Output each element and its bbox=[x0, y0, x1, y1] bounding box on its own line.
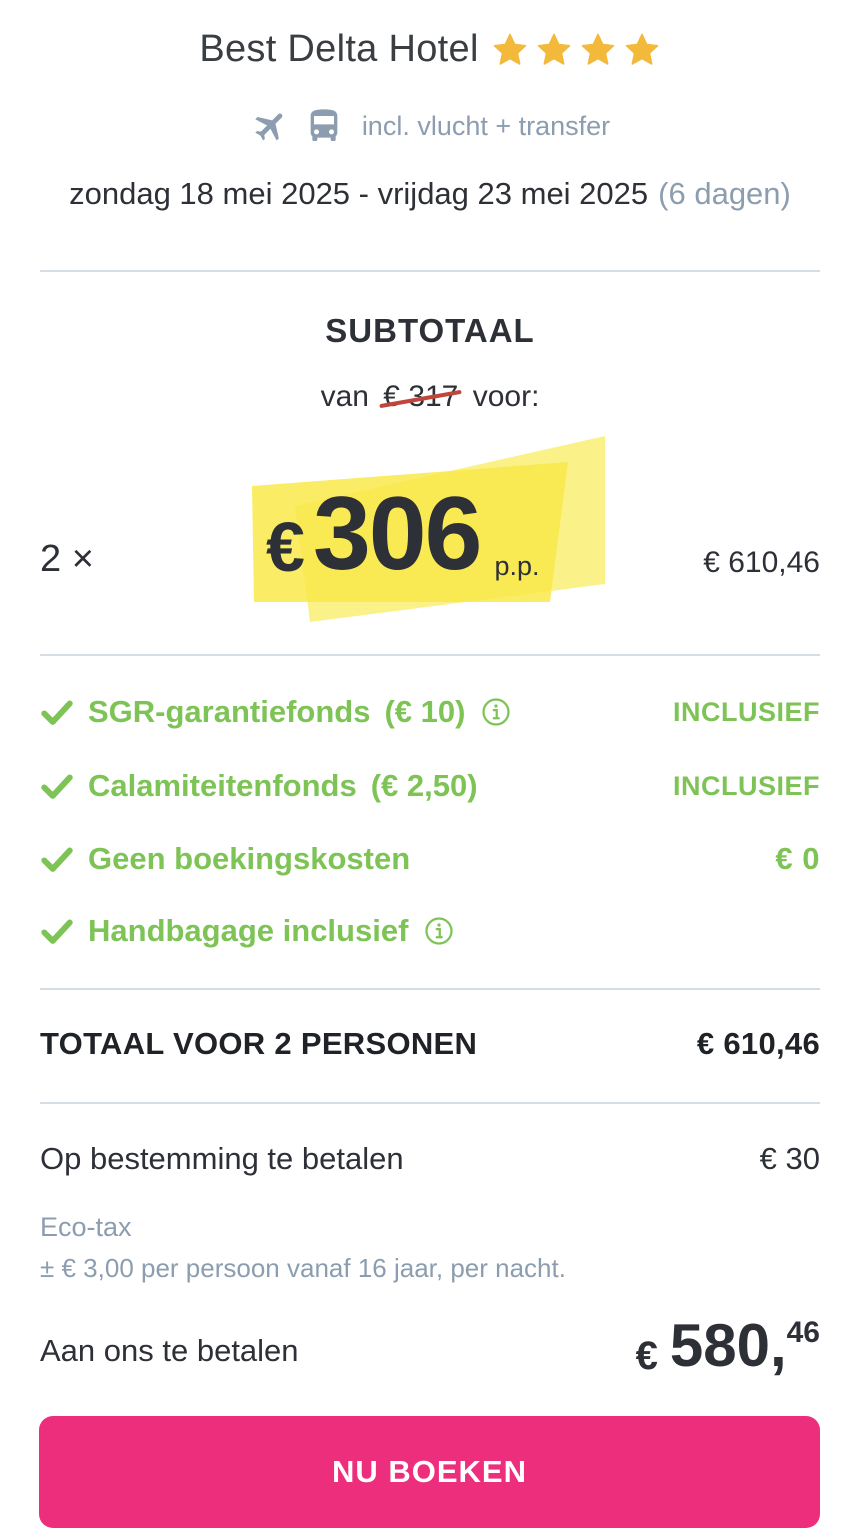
hotel-header: Best Delta Hotel bbox=[0, 28, 860, 71]
inclusion-item: Calamiteitenfonds (€ 2,50) INCLUSIEF bbox=[40, 768, 820, 804]
check-icon bbox=[41, 919, 73, 944]
inclusion-item: SGR-garantiefonds (€ 10) INCLUSIEF bbox=[40, 694, 820, 730]
star-icon bbox=[625, 33, 658, 65]
payment-amount-integer: 580, bbox=[669, 1312, 787, 1379]
old-price-line: van € 317 voor: bbox=[0, 380, 860, 414]
old-price-suffix: voor: bbox=[472, 380, 540, 413]
payment-amount-cents: 46 bbox=[786, 1316, 820, 1349]
book-now-button[interactable]: NU BOEKEN bbox=[39, 1416, 820, 1528]
info-icon[interactable] bbox=[424, 916, 454, 946]
check-icon bbox=[41, 700, 73, 725]
inclusion-label: Geen boekingskosten bbox=[88, 841, 410, 877]
inclusion-name: Calamiteitenfonds bbox=[88, 768, 357, 803]
destination-value: € 30 bbox=[759, 1141, 820, 1176]
payment-amount: € 580, 46 bbox=[636, 1312, 820, 1379]
inclusion-value: INCLUSIEF bbox=[672, 696, 820, 727]
date-range: zondag 18 mei 2025 - vrijdag 23 mei 2025 bbox=[69, 176, 649, 211]
total-value: € 610,46 bbox=[696, 1026, 820, 1061]
hotel-name: Best Delta Hotel bbox=[199, 28, 479, 70]
trip-duration: (6 dagen) bbox=[658, 176, 791, 211]
included-services: incl. vlucht + transfer bbox=[0, 106, 860, 146]
inclusion-name: Handbagage inclusief bbox=[88, 913, 409, 948]
old-price-prefix: van bbox=[320, 380, 369, 413]
payment-currency: € bbox=[635, 1334, 658, 1378]
total-row: TOTAAL VOOR 2 PERSONEN € 610,46 bbox=[40, 1026, 820, 1062]
inclusion-name: Geen boekingskosten bbox=[88, 841, 411, 876]
divider bbox=[40, 1102, 820, 1104]
inclusion-item: Geen boekingskosten € 0 bbox=[40, 841, 820, 877]
star-icon bbox=[537, 33, 570, 65]
price-amount: 306 bbox=[312, 476, 483, 592]
star-icon bbox=[581, 33, 614, 65]
subtotal-title: SUBTOTAAL bbox=[325, 312, 535, 349]
per-person-label: p.p. bbox=[494, 551, 540, 581]
payment-row: Aan ons te betalen € 580, 46 bbox=[40, 1312, 820, 1379]
eco-tax-title: Eco-tax bbox=[40, 1212, 132, 1242]
divider bbox=[40, 988, 820, 990]
check-icon bbox=[41, 847, 73, 872]
inclusion-label: SGR-garantiefonds (€ 10) bbox=[88, 694, 465, 730]
inclusion-item: Handbagage inclusief bbox=[40, 913, 820, 949]
destination-payment-row: Op bestemming te betalen € 30 bbox=[40, 1141, 820, 1177]
travel-dates: zondag 18 mei 2025 - vrijdag 23 mei 2025… bbox=[0, 176, 860, 212]
included-text: incl. vlucht + transfer bbox=[361, 110, 611, 141]
eco-tax-description: ± € 3,00 per persoon vanaf 16 jaar, per … bbox=[40, 1253, 566, 1283]
inclusion-label: Handbagage inclusief bbox=[88, 913, 408, 949]
destination-label: Op bestemming te betalen bbox=[40, 1141, 404, 1176]
inclusion-label: Calamiteitenfonds (€ 2,50) bbox=[88, 768, 478, 804]
old-price: € 317 bbox=[383, 380, 459, 413]
hotel-stars bbox=[491, 31, 661, 69]
price-per-person: € 306 p.p. bbox=[266, 482, 540, 586]
inclusion-value: INCLUSIEF bbox=[672, 770, 820, 801]
divider bbox=[40, 654, 820, 656]
check-icon bbox=[41, 774, 73, 799]
price-currency: € bbox=[266, 508, 305, 586]
total-label: TOTAAL VOOR 2 PERSONEN bbox=[40, 1026, 478, 1061]
inclusion-name: SGR-garantiefonds bbox=[88, 694, 371, 729]
quantity: 2 × bbox=[40, 538, 94, 580]
bus-icon bbox=[310, 109, 338, 141]
star-icon bbox=[493, 33, 526, 65]
inclusion-value: € 0 bbox=[775, 841, 820, 876]
line-total: € 610,46 bbox=[703, 546, 820, 579]
plane-icon bbox=[255, 113, 283, 141]
divider bbox=[40, 270, 820, 272]
payment-label: Aan ons te betalen bbox=[40, 1333, 299, 1368]
inclusion-detail: (€ 2,50) bbox=[370, 768, 478, 803]
info-icon[interactable] bbox=[481, 697, 511, 727]
inclusion-detail: (€ 10) bbox=[384, 694, 466, 729]
